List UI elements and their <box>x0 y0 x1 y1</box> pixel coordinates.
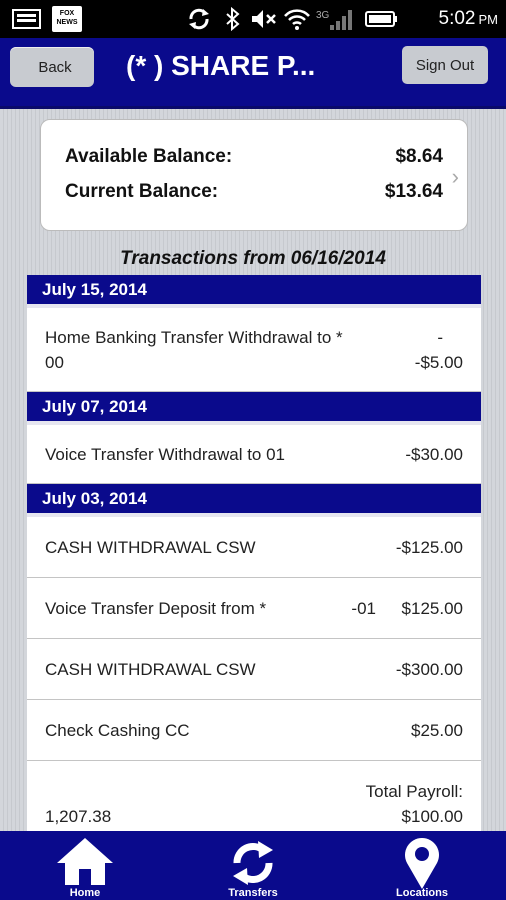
current-balance-row: Current Balance: $13.64 <box>65 181 443 203</box>
transaction-amount: $100.00 <box>401 807 463 826</box>
bottom-nav: Home Transfers Locations <box>0 831 506 900</box>
transaction-amount: -$300.00 <box>395 660 463 679</box>
signal-icon <box>330 10 353 30</box>
back-button[interactable]: Back <box>10 47 94 87</box>
transaction-description: 1,207.38 <box>45 807 112 826</box>
nav-transfers[interactable]: Transfers <box>203 831 303 900</box>
clock-time: 5:02 <box>438 8 476 29</box>
date-header: July 03, 2014 <box>27 484 481 517</box>
sync-icon <box>189 8 209 30</box>
transaction-extra: -01 <box>351 599 376 618</box>
mute-icon <box>252 10 276 28</box>
transaction-amount: $125.00 <box>401 599 463 618</box>
sign-out-button[interactable]: Sign Out <box>402 46 488 84</box>
transaction-description: Voice Transfer Deposit from * <box>45 599 267 618</box>
clock: 5:02 PM <box>439 0 498 38</box>
date-header: July 07, 2014 <box>27 392 481 425</box>
balance-card[interactable]: Available Balance: $8.64 Current Balance… <box>40 119 468 231</box>
back-button-label: Back <box>38 58 72 76</box>
transaction-description: CASH WITHDRAWAL CSW <box>45 538 256 557</box>
transaction-description: CASH WITHDRAWAL CSW <box>45 660 256 679</box>
battery-icon <box>365 11 398 27</box>
transaction-amount: -$5.00 <box>414 353 463 372</box>
status-bar: FOX NEWS 3G 5:02 PM <box>0 0 506 38</box>
clock-ampm: PM <box>478 11 499 27</box>
transaction-row[interactable]: Voice Transfer Withdrawal to 01 -$30.00 <box>27 425 481 484</box>
transaction-row[interactable]: CASH WITHDRAWAL CSW -$125.00 <box>27 517 481 578</box>
transaction-amount: $25.00 <box>411 721 463 740</box>
transfers-icon <box>233 841 273 885</box>
location-pin-icon <box>405 838 439 889</box>
transaction-row[interactable]: Check Cashing CC $25.00 <box>27 700 481 761</box>
bluetooth-icon <box>226 7 240 31</box>
transaction-list: July 15, 2014 Home Banking Transfer With… <box>27 275 481 831</box>
notification-icons: FOX NEWS <box>12 0 82 38</box>
current-balance-value: $13.64 <box>384 181 443 202</box>
available-balance-row: Available Balance: $8.64 <box>65 146 443 168</box>
wifi-icon <box>284 9 310 30</box>
app-header: Back (* ) SHARE P... Sign Out <box>0 38 506 109</box>
current-balance-label: Current Balance: <box>65 181 219 202</box>
network-type: 3G <box>316 9 330 21</box>
transaction-row[interactable]: CASH WITHDRAWAL CSW -$300.00 <box>27 639 481 700</box>
chevron-right-icon: › <box>451 164 459 189</box>
transaction-extra: - <box>437 328 443 347</box>
available-balance-label: Available Balance: <box>65 146 233 167</box>
transaction-description: Voice Transfer Withdrawal to 01 <box>45 445 286 464</box>
status-icons: 3G <box>186 0 399 38</box>
nav-transfers-label: Transfers <box>228 887 278 899</box>
transaction-description-line2: 00 <box>45 353 64 372</box>
transaction-amount: -$125.00 <box>395 538 463 557</box>
transaction-description: Check Cashing CC <box>45 721 190 740</box>
transaction-label: Total Payroll: <box>365 782 463 801</box>
main-content: Available Balance: $8.64 Current Balance… <box>0 109 506 831</box>
page-title: (* ) SHARE P... <box>126 50 316 81</box>
transaction-row[interactable]: Total Payroll: 1,207.38 $100.00 <box>27 761 481 831</box>
transactions-heading: Transactions from 06/16/2014 <box>120 248 386 269</box>
transaction-row[interactable]: Voice Transfer Deposit from * -01 $125.0… <box>27 578 481 639</box>
transaction-amount: -$30.00 <box>405 445 463 464</box>
date-header: July 15, 2014 <box>27 275 481 308</box>
home-icon <box>57 838 113 885</box>
transaction-row[interactable]: Home Banking Transfer Withdrawal to * - … <box>27 308 481 392</box>
transaction-description: Home Banking Transfer Withdrawal to * <box>45 328 343 347</box>
nav-home-label: Home <box>69 887 101 899</box>
screenshot-notification-icon <box>12 9 41 29</box>
available-balance-value: $8.64 <box>395 146 443 167</box>
nav-locations-label: Locations <box>396 887 448 899</box>
fox-news-notification-icon: FOX NEWS <box>52 6 82 32</box>
nav-home[interactable]: Home <box>35 831 135 900</box>
nav-locations[interactable]: Locations <box>372 831 472 900</box>
